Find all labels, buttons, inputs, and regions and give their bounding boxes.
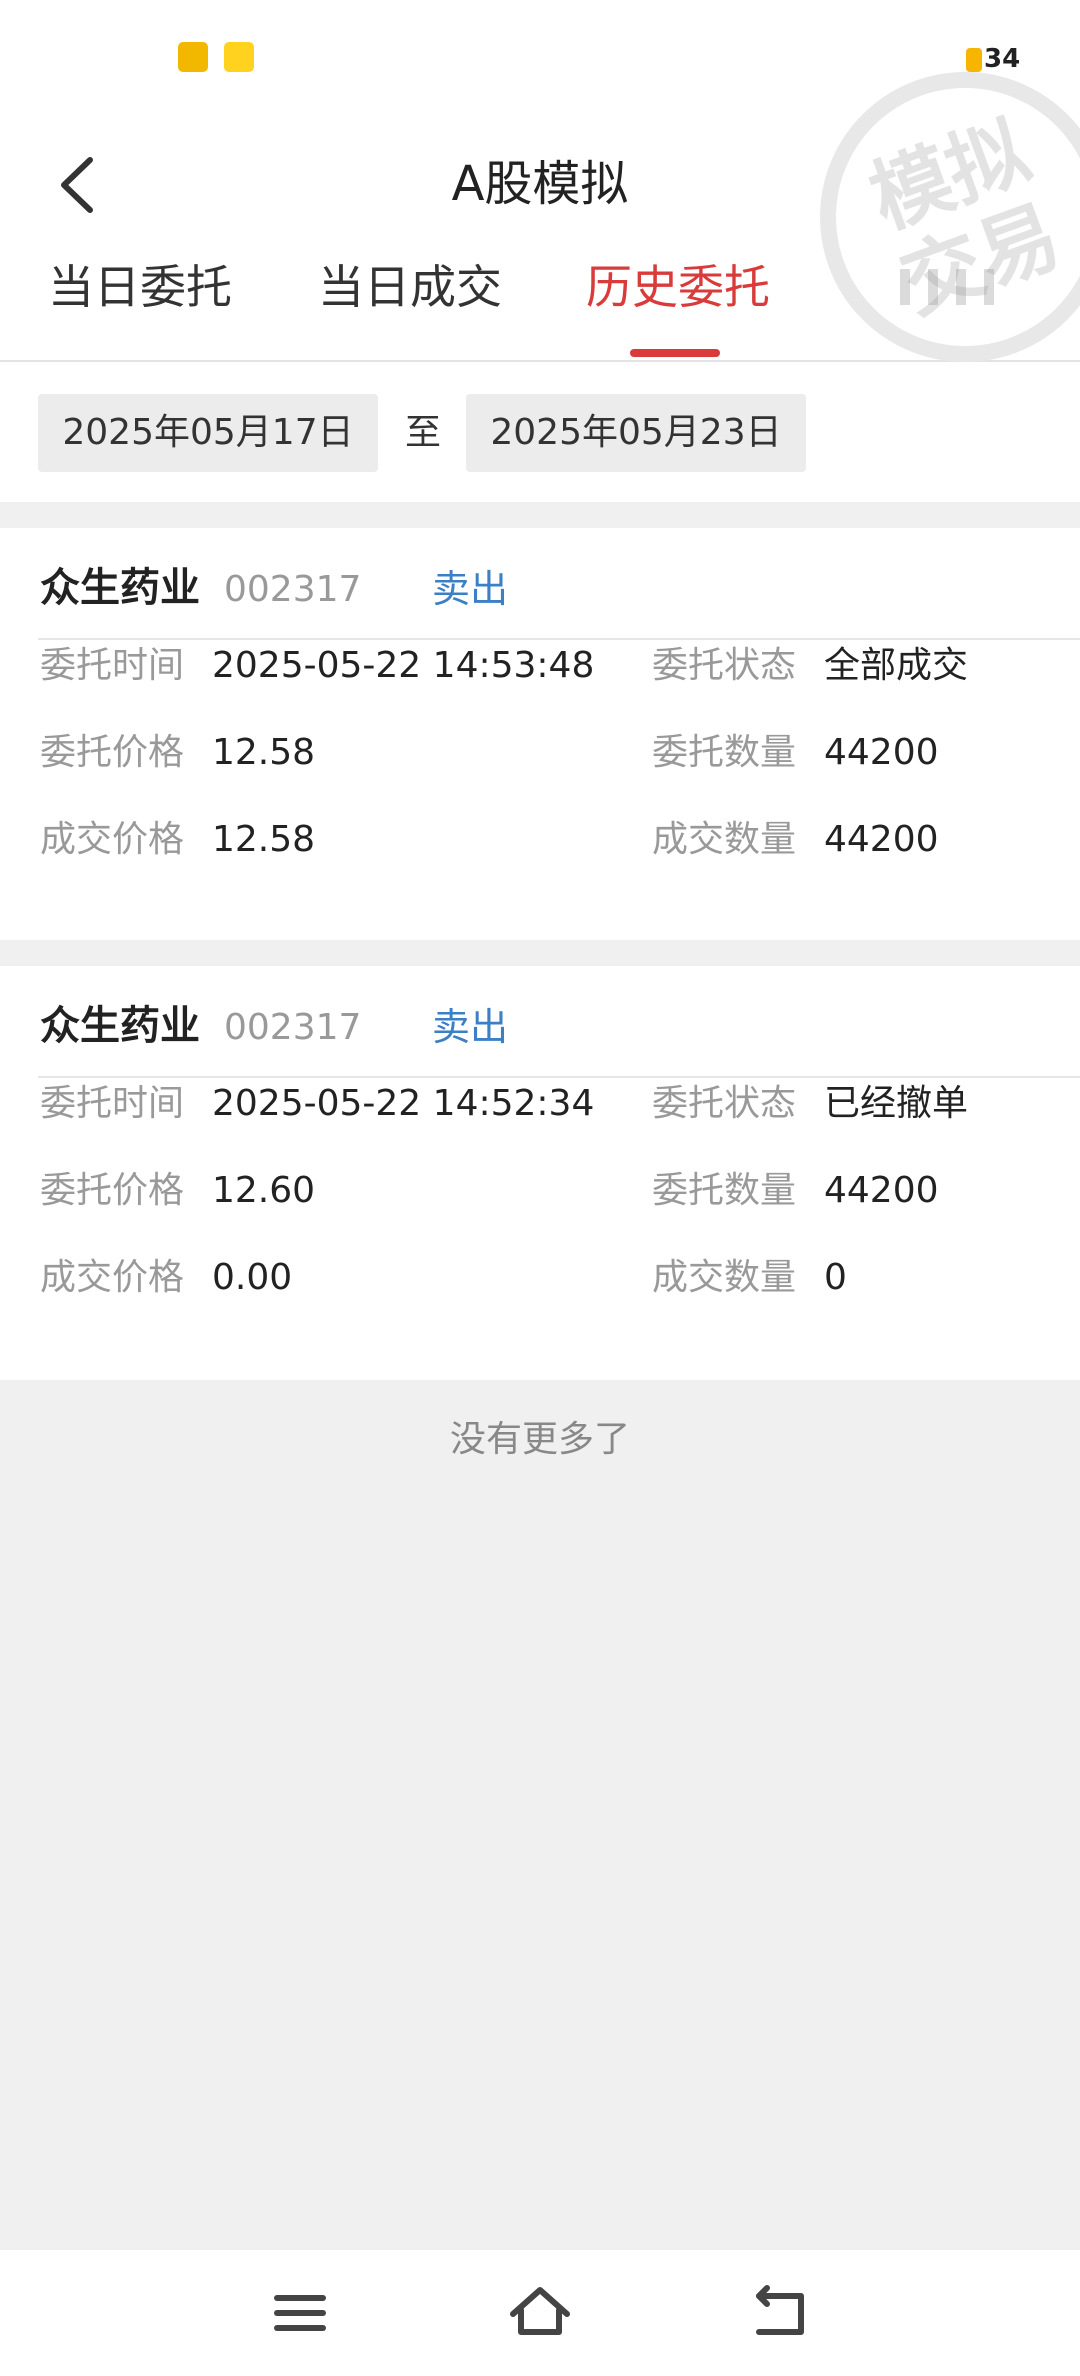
order-qty-label: 委托数量 [652, 1170, 797, 1211]
deal-price-label: 成交价格 [40, 1257, 185, 1298]
menu-icon [274, 2295, 326, 2331]
order-price-label: 委托价格 [40, 1170, 185, 1211]
deal-price-value: 0.00 [212, 1257, 293, 1298]
deal-price-value: 12.58 [212, 819, 316, 860]
deal-price-label: 成交价格 [40, 819, 185, 860]
stock-code: 002317 [224, 1007, 362, 1048]
order-status-label: 委托状态 [652, 1083, 797, 1124]
order-status-value: 全部成交 [824, 645, 969, 686]
order-status-value: 已经撤单 [824, 1083, 969, 1124]
order-time-value: 2025-05-22 14:52:34 [212, 1083, 595, 1124]
deal-qty-value: 44200 [824, 819, 939, 860]
active-tab-indicator [630, 349, 720, 357]
order-qty-value: 44200 [824, 732, 939, 773]
order-time-label: 委托时间 [40, 645, 185, 686]
start-date-picker[interactable]: 2025年05月17日 [38, 394, 378, 472]
order-row-time-status: 委托时间 2025-05-22 14:53:48 委托状态 全部成交 [0, 640, 1080, 727]
trade-side: 卖出 [432, 567, 509, 611]
battery-indicator: 34 [966, 45, 1020, 73]
date-separator: 至 [405, 412, 442, 453]
home-button[interactable] [505, 2280, 575, 2346]
order-row-deal-price-qty: 成交价格 12.58 成交数量 44200 [0, 814, 1080, 901]
order-card[interactable]: 众生药业 002317 卖出 委托时间 2025-05-22 14:53:48 … [0, 528, 1080, 940]
back-nav-button[interactable] [745, 2280, 815, 2346]
no-more-text: 没有更多了 [449, 1419, 630, 1460]
order-qty-value: 44200 [824, 1170, 939, 1211]
system-nav-bar [0, 2250, 1080, 2376]
tab-today-orders[interactable]: 当日委托 [48, 255, 232, 319]
order-price-value: 12.60 [212, 1170, 316, 1211]
battery-level: 34 [984, 44, 1021, 74]
deal-qty-label: 成交数量 [652, 819, 797, 860]
tab-history-orders[interactable]: 历史委托 [586, 255, 770, 319]
tab-bar: 当日委托 当日成交 历史委托 [0, 255, 1080, 360]
battery-icon [966, 47, 982, 72]
order-time-value: 2025-05-22 14:53:48 [212, 645, 595, 686]
order-row-order-price-qty: 委托价格 12.58 委托数量 44200 [0, 727, 1080, 814]
order-qty-label: 委托数量 [652, 732, 797, 773]
order-card-header: 众生药业 002317 卖出 [0, 966, 1080, 1076]
order-card[interactable]: 众生药业 002317 卖出 委托时间 2025-05-22 14:52:34 … [0, 966, 1080, 1380]
tab-today-deals[interactable]: 当日成交 [318, 255, 502, 319]
order-row-order-price-qty: 委托价格 12.60 委托数量 44200 [0, 1165, 1080, 1252]
notification-app-icon [178, 42, 208, 72]
title-bar: A股模拟 [0, 130, 1080, 240]
stock-name: 众生药业 [40, 1003, 200, 1049]
order-price-label: 委托价格 [40, 732, 185, 773]
trade-side: 卖出 [432, 1005, 509, 1049]
meituan-app-icon [224, 42, 254, 72]
stock-name: 众生药业 [40, 565, 200, 611]
order-status-label: 委托状态 [652, 645, 797, 686]
order-time-label: 委托时间 [40, 1083, 185, 1124]
home-icon [510, 2287, 570, 2335]
deal-qty-label: 成交数量 [652, 1257, 797, 1298]
order-price-value: 12.58 [212, 732, 316, 773]
end-date-picker[interactable]: 2025年05月23日 [466, 394, 806, 472]
deal-qty-value: 0 [824, 1257, 847, 1298]
tab-history-deals-obscured[interactable] [900, 269, 1050, 305]
stock-code: 002317 [224, 569, 362, 610]
menu-button[interactable] [265, 2280, 335, 2346]
page-title: A股模拟 [451, 156, 629, 212]
order-card-header: 众生药业 002317 卖出 [0, 528, 1080, 638]
date-range-filter: 2025年05月17日 至 2025年05月23日 [0, 362, 1080, 502]
back-nav-icon [756, 2285, 804, 2335]
order-row-time-status: 委托时间 2025-05-22 14:52:34 委托状态 已经撤单 [0, 1078, 1080, 1165]
order-row-deal-price-qty: 成交价格 0.00 成交数量 0 [0, 1252, 1080, 1339]
